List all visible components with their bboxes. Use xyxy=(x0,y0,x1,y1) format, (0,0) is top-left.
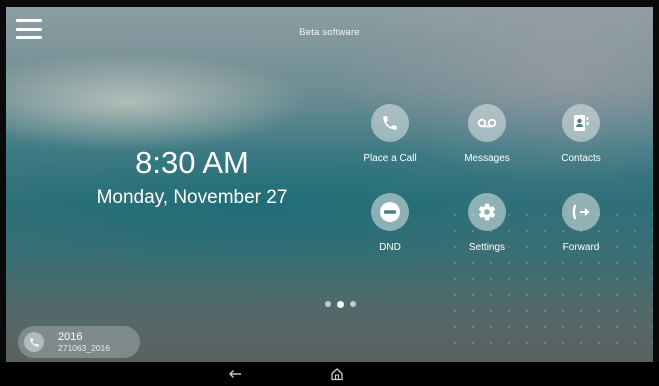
voicemail-icon xyxy=(468,104,506,142)
messages-button[interactable]: Messages xyxy=(447,104,527,164)
page-indicator xyxy=(325,300,356,308)
gear-icon xyxy=(468,193,506,231)
contacts-label: Contacts xyxy=(561,153,601,164)
line-id: 271063_2016 xyxy=(58,343,111,353)
page-dot-active[interactable] xyxy=(337,300,344,308)
phone-icon xyxy=(24,332,44,352)
line-key[interactable]: 2016 271063_2016 xyxy=(18,326,140,358)
settings-label: Settings xyxy=(468,242,506,253)
page-dot[interactable] xyxy=(325,301,331,307)
forward-label: Forward xyxy=(562,242,600,253)
wallpaper: Beta software 8:30 AM Monday, November 2… xyxy=(6,7,653,386)
beta-banner: Beta software xyxy=(299,27,360,38)
page-dot[interactable] xyxy=(350,301,356,307)
messages-label: Messages xyxy=(464,153,510,164)
phone-icon xyxy=(371,104,409,142)
home-icon[interactable] xyxy=(327,366,347,382)
forward-button[interactable]: Forward xyxy=(541,193,621,253)
back-arrow-icon[interactable] xyxy=(225,366,245,382)
dnd-label: DND xyxy=(379,242,401,253)
place-call-button[interactable]: Place a Call xyxy=(350,104,430,164)
line-number: 2016 xyxy=(58,331,83,343)
navigation-bar xyxy=(0,362,659,386)
clock-time: 8:30 AM xyxy=(135,145,249,180)
clock-date: Monday, November 27 xyxy=(96,187,288,208)
dnd-button[interactable]: DND xyxy=(350,193,430,253)
call-forward-icon xyxy=(562,193,600,231)
do-not-disturb-icon xyxy=(371,193,409,231)
contacts-book-icon xyxy=(562,104,600,142)
phone-screen: Beta software 8:30 AM Monday, November 2… xyxy=(0,0,659,386)
place-call-label: Place a Call xyxy=(363,153,417,164)
contacts-button[interactable]: Contacts xyxy=(541,104,621,164)
settings-button[interactable]: Settings xyxy=(447,193,527,253)
